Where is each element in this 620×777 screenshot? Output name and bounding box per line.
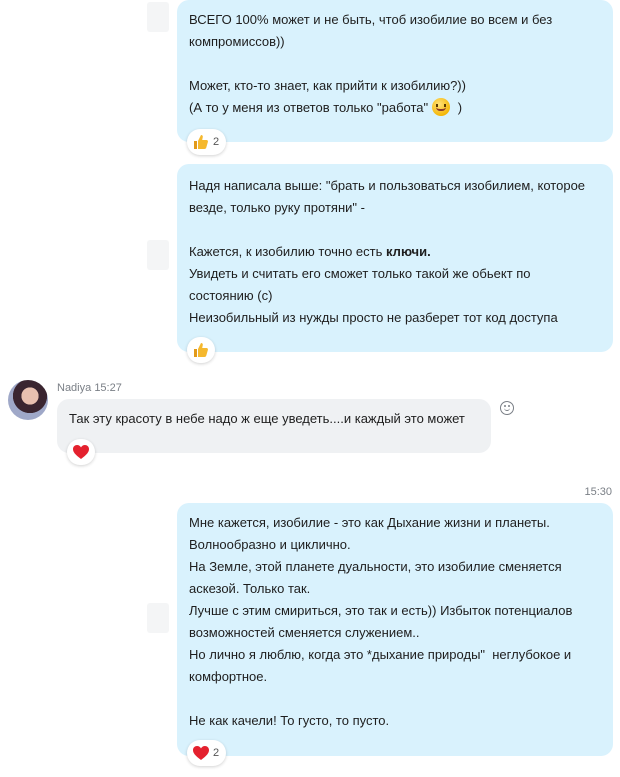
- reaction-thumbs-up[interactable]: [187, 337, 215, 363]
- message-text-line: Но лично я люблю, когда это *дыхание при…: [189, 647, 572, 662]
- message-text-line: (А то у меня из ответов только "работа" …: [189, 98, 463, 116]
- message-text-line: компромиссов)): [189, 34, 285, 49]
- message-action-placeholder: [147, 240, 169, 270]
- message-action-placeholder: [147, 2, 169, 32]
- message-time: 15:27: [94, 382, 122, 394]
- avatar[interactable]: [8, 380, 48, 420]
- reaction-thumbs-up[interactable]: 2: [187, 129, 227, 155]
- message-action-placeholder: [147, 603, 169, 633]
- message-text-line: везде, только руку протяни" -: [189, 200, 365, 215]
- message-text-line: На Земле, этой планете дуальности, это и…: [189, 559, 562, 574]
- smile-emoji: [432, 98, 451, 116]
- message-text-line: Увидеть и считать его сможет только тако…: [189, 266, 531, 281]
- message-text-line: Надя написала выше: "брать и пользоватьс…: [189, 178, 586, 193]
- message-text-line: Лучше с этим смириться, это так и есть))…: [189, 603, 573, 618]
- add-reaction-icon[interactable]: [500, 401, 514, 415]
- message-time: 15:30: [584, 486, 612, 498]
- outgoing-message[interactable]: Мне кажется, изобилие - это как Дыхание …: [177, 503, 613, 756]
- thumbs-up-icon: [194, 135, 208, 149]
- sender-name: Nadiya: [57, 382, 92, 394]
- message-text-line: комфортное.: [189, 669, 268, 684]
- thumbs-up-icon: [194, 343, 208, 357]
- reaction-count: 2: [213, 747, 220, 759]
- message-text-line: Может, кто-то знает, как прийти к изобил…: [189, 78, 466, 93]
- message-text-line: Волнообразно и циклично.: [189, 537, 351, 552]
- message-sender: Nadiya 15:27: [57, 382, 122, 394]
- reaction-count: 2: [213, 136, 220, 148]
- message-text-line: ВСЕГО 100% может и не быть, чтоб изобили…: [189, 12, 553, 27]
- message-text-line: Не как качели! То густо, то пусто.: [189, 713, 390, 728]
- message-text-line: аскезой. Только так.: [189, 581, 311, 596]
- reaction-heart[interactable]: 2: [187, 740, 227, 766]
- message-text-line: Так эту красоту в небе надо ж еще уведет…: [69, 411, 465, 426]
- bold-text: ключи.: [386, 244, 431, 259]
- message-text-line: Неизобильный из нужды просто не разберет…: [189, 310, 558, 325]
- reaction-heart[interactable]: [67, 439, 95, 465]
- heart-icon: [193, 746, 209, 760]
- message-text-line: состоянию (с): [189, 288, 273, 303]
- outgoing-message[interactable]: Надя написала выше: "брать и пользоватьс…: [177, 164, 613, 352]
- outgoing-message[interactable]: ВСЕГО 100% может и не быть, чтоб изобили…: [177, 0, 613, 142]
- incoming-message[interactable]: Так эту красоту в небе надо ж еще уведет…: [57, 399, 491, 453]
- message-text-line: Кажется, к изобилию точно есть ключи.: [189, 244, 431, 259]
- message-text-line: возможностей сменяется служением..: [189, 625, 420, 640]
- heart-icon: [73, 445, 89, 459]
- message-text-line: Мне кажется, изобилие - это как Дыхание …: [189, 515, 550, 530]
